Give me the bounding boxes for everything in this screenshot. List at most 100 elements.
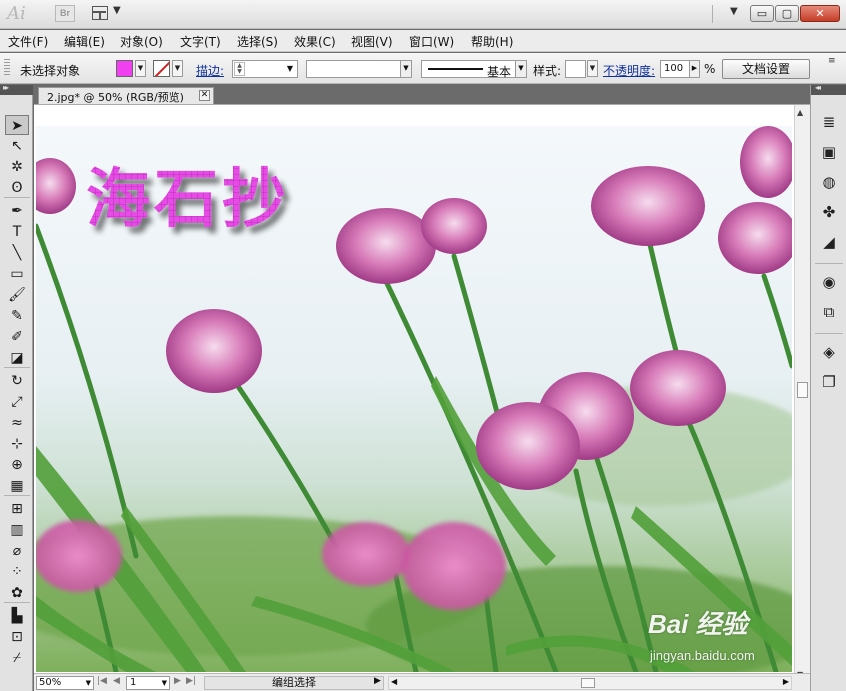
last-artboard-icon[interactable]: ▶|: [186, 676, 196, 686]
free-transform-tool-icon[interactable]: ⊹: [5, 434, 29, 454]
layers-panel-icon[interactable]: ◈: [818, 341, 840, 363]
artboard-select[interactable]: 1 ▼: [126, 676, 170, 690]
stroke-label[interactable]: 描边:: [196, 62, 224, 79]
slice-tool-icon[interactable]: ⌿: [5, 648, 29, 668]
document-tab[interactable]: 2.jpg* @ 50% (RGB/预览) ✕: [38, 87, 214, 104]
arrange-dropdown-icon[interactable]: ▼: [113, 5, 121, 16]
rectangle-tool-icon[interactable]: ▭: [5, 264, 29, 284]
opacity-field[interactable]: 100 ▶: [660, 60, 700, 78]
lasso-tool-icon[interactable]: ʘ: [5, 178, 29, 198]
menu-type[interactable]: 文字(T): [180, 33, 221, 50]
brush-definition[interactable]: 基本 ▼: [421, 60, 527, 79]
vertical-scrollbar[interactable]: ▲ ▼: [794, 105, 810, 682]
scroll-right-icon[interactable]: ▶: [783, 677, 789, 686]
fill-color-swatch[interactable]: [116, 60, 133, 77]
stroke-weight-dropdown-icon[interactable]: ▼: [287, 64, 293, 73]
variable-width-profile[interactable]: ▼: [306, 60, 412, 78]
opacity-label[interactable]: 不透明度:: [603, 62, 655, 79]
blend-tool-icon[interactable]: ⁘: [5, 562, 29, 582]
stroke-weight-field[interactable]: ▲ ▼ ▼: [232, 60, 298, 78]
maximize-button[interactable]: ▢: [775, 5, 799, 22]
control-bar-grip[interactable]: [4, 59, 10, 77]
tools-separator: [4, 602, 30, 603]
close-button[interactable]: ✕: [800, 5, 840, 22]
color-panel-icon[interactable]: ≣: [818, 111, 840, 133]
brushes-panel-icon[interactable]: ◍: [818, 171, 840, 193]
scroll-up-icon[interactable]: ▲: [797, 108, 803, 117]
artwork-image[interactable]: 海石抄: [36, 126, 792, 672]
workspace-dropdown-icon[interactable]: ▼: [730, 6, 738, 17]
tools-separator: [4, 197, 30, 198]
eyedropper-tool-icon[interactable]: ⌀: [5, 541, 29, 561]
rotate-tool-icon[interactable]: ↻: [5, 371, 29, 391]
control-panel-menu-icon[interactable]: ≡: [828, 57, 836, 66]
fill-dropdown-icon[interactable]: ▼: [135, 60, 146, 77]
menu-view[interactable]: 视图(V): [351, 33, 393, 50]
artboards-panel-icon[interactable]: ❐: [818, 371, 840, 393]
vertical-scroll-thumb[interactable]: [797, 382, 808, 398]
menu-object[interactable]: 对象(O): [120, 33, 163, 50]
style-dropdown-icon[interactable]: ▼: [587, 60, 598, 77]
zoom-select[interactable]: 50% ▼: [36, 676, 94, 690]
appearance-panel-icon[interactable]: ◉: [818, 271, 840, 293]
line-segment-tool-icon[interactable]: ╲: [5, 243, 29, 263]
brush-dropdown-icon[interactable]: ▼: [515, 61, 526, 77]
mesh-tool-icon[interactable]: ⊞: [5, 499, 29, 519]
blob-brush-tool-icon[interactable]: ✐: [5, 327, 29, 347]
type-tool-icon[interactable]: T: [5, 222, 29, 242]
gradient-tool-icon[interactable]: ▥: [5, 520, 29, 540]
menu-effect[interactable]: 效果(C): [294, 33, 336, 50]
paintbrush-tool-icon[interactable]: 🖌: [5, 285, 29, 305]
arrange-documents-icon[interactable]: [92, 6, 108, 20]
swatches-panel-icon[interactable]: ▣: [818, 141, 840, 163]
next-artboard-icon[interactable]: ▶: [174, 676, 181, 686]
transform-panel-icon[interactable]: ⧉: [818, 301, 840, 323]
document-tab-close-icon[interactable]: ✕: [199, 90, 210, 101]
variable-width-dropdown-icon[interactable]: ▼: [400, 61, 411, 77]
bridge-button[interactable]: Br: [55, 5, 75, 22]
pen-tool-icon[interactable]: ✒: [5, 201, 29, 221]
minimize-button[interactable]: ▭: [750, 5, 774, 22]
horizontal-scroll-thumb[interactable]: [581, 678, 595, 688]
dock-separator: [815, 333, 843, 334]
symbols-panel-icon[interactable]: ✤: [818, 201, 840, 223]
scroll-left-icon[interactable]: ◀: [391, 677, 397, 686]
first-artboard-icon[interactable]: |◀: [97, 676, 107, 686]
status-menu-icon[interactable]: ▶: [374, 676, 381, 686]
graphic-style-swatch[interactable]: [565, 60, 586, 78]
prev-artboard-icon[interactable]: ◀: [113, 676, 120, 686]
menu-help[interactable]: 帮助(H): [471, 33, 513, 50]
magic-wand-tool-icon[interactable]: ✲: [5, 157, 29, 177]
warp-tool-icon[interactable]: ≈: [5, 413, 29, 433]
stroke-color-swatch[interactable]: [153, 60, 170, 77]
artboard-dropdown-icon[interactable]: ▼: [162, 677, 167, 689]
menu-edit[interactable]: 编辑(E): [64, 33, 105, 50]
document-setup-button[interactable]: 文档设置: [722, 59, 810, 79]
artwork-text[interactable]: 海石抄: [86, 163, 290, 237]
artboard-tool-icon[interactable]: ⊡: [5, 627, 29, 647]
panel-dock-header[interactable]: ◂◂: [811, 83, 846, 95]
horizontal-scrollbar[interactable]: ◀ ▶: [388, 676, 792, 690]
symbol-sprayer-tool-icon[interactable]: ✿: [5, 583, 29, 603]
column-graph-tool-icon[interactable]: ▙: [5, 606, 29, 626]
stroke-dropdown-icon[interactable]: ▼: [172, 60, 183, 77]
canvas[interactable]: 海石抄 ▲ ▼: [34, 104, 810, 682]
selection-tool-icon[interactable]: ➤: [5, 115, 29, 135]
zoom-dropdown-icon[interactable]: ▼: [86, 677, 91, 689]
graphic-styles-panel-icon[interactable]: ◢: [818, 231, 840, 253]
document-tab-title: 2.jpg* @ 50% (RGB/预览): [47, 91, 184, 104]
direct-selection-tool-icon[interactable]: ↖: [5, 136, 29, 156]
current-tool-status[interactable]: 编组选择: [204, 676, 384, 690]
eraser-tool-icon[interactable]: ◪: [5, 348, 29, 368]
shape-builder-tool-icon[interactable]: ⊕: [5, 455, 29, 475]
pencil-tool-icon[interactable]: ✎: [5, 306, 29, 326]
scale-tool-icon[interactable]: ⤢: [5, 392, 29, 412]
tools-panel-header[interactable]: ▸▸: [0, 83, 33, 95]
menu-window[interactable]: 窗口(W): [409, 33, 454, 50]
perspective-grid-tool-icon[interactable]: ▦: [5, 476, 29, 496]
menu-select[interactable]: 选择(S): [237, 33, 278, 50]
stroke-weight-stepper[interactable]: ▲ ▼: [234, 62, 245, 76]
menu-file[interactable]: 文件(F): [8, 33, 48, 50]
watermark-url: jingyan.baidu.com: [650, 648, 755, 663]
opacity-dropdown-icon[interactable]: ▶: [689, 61, 699, 77]
